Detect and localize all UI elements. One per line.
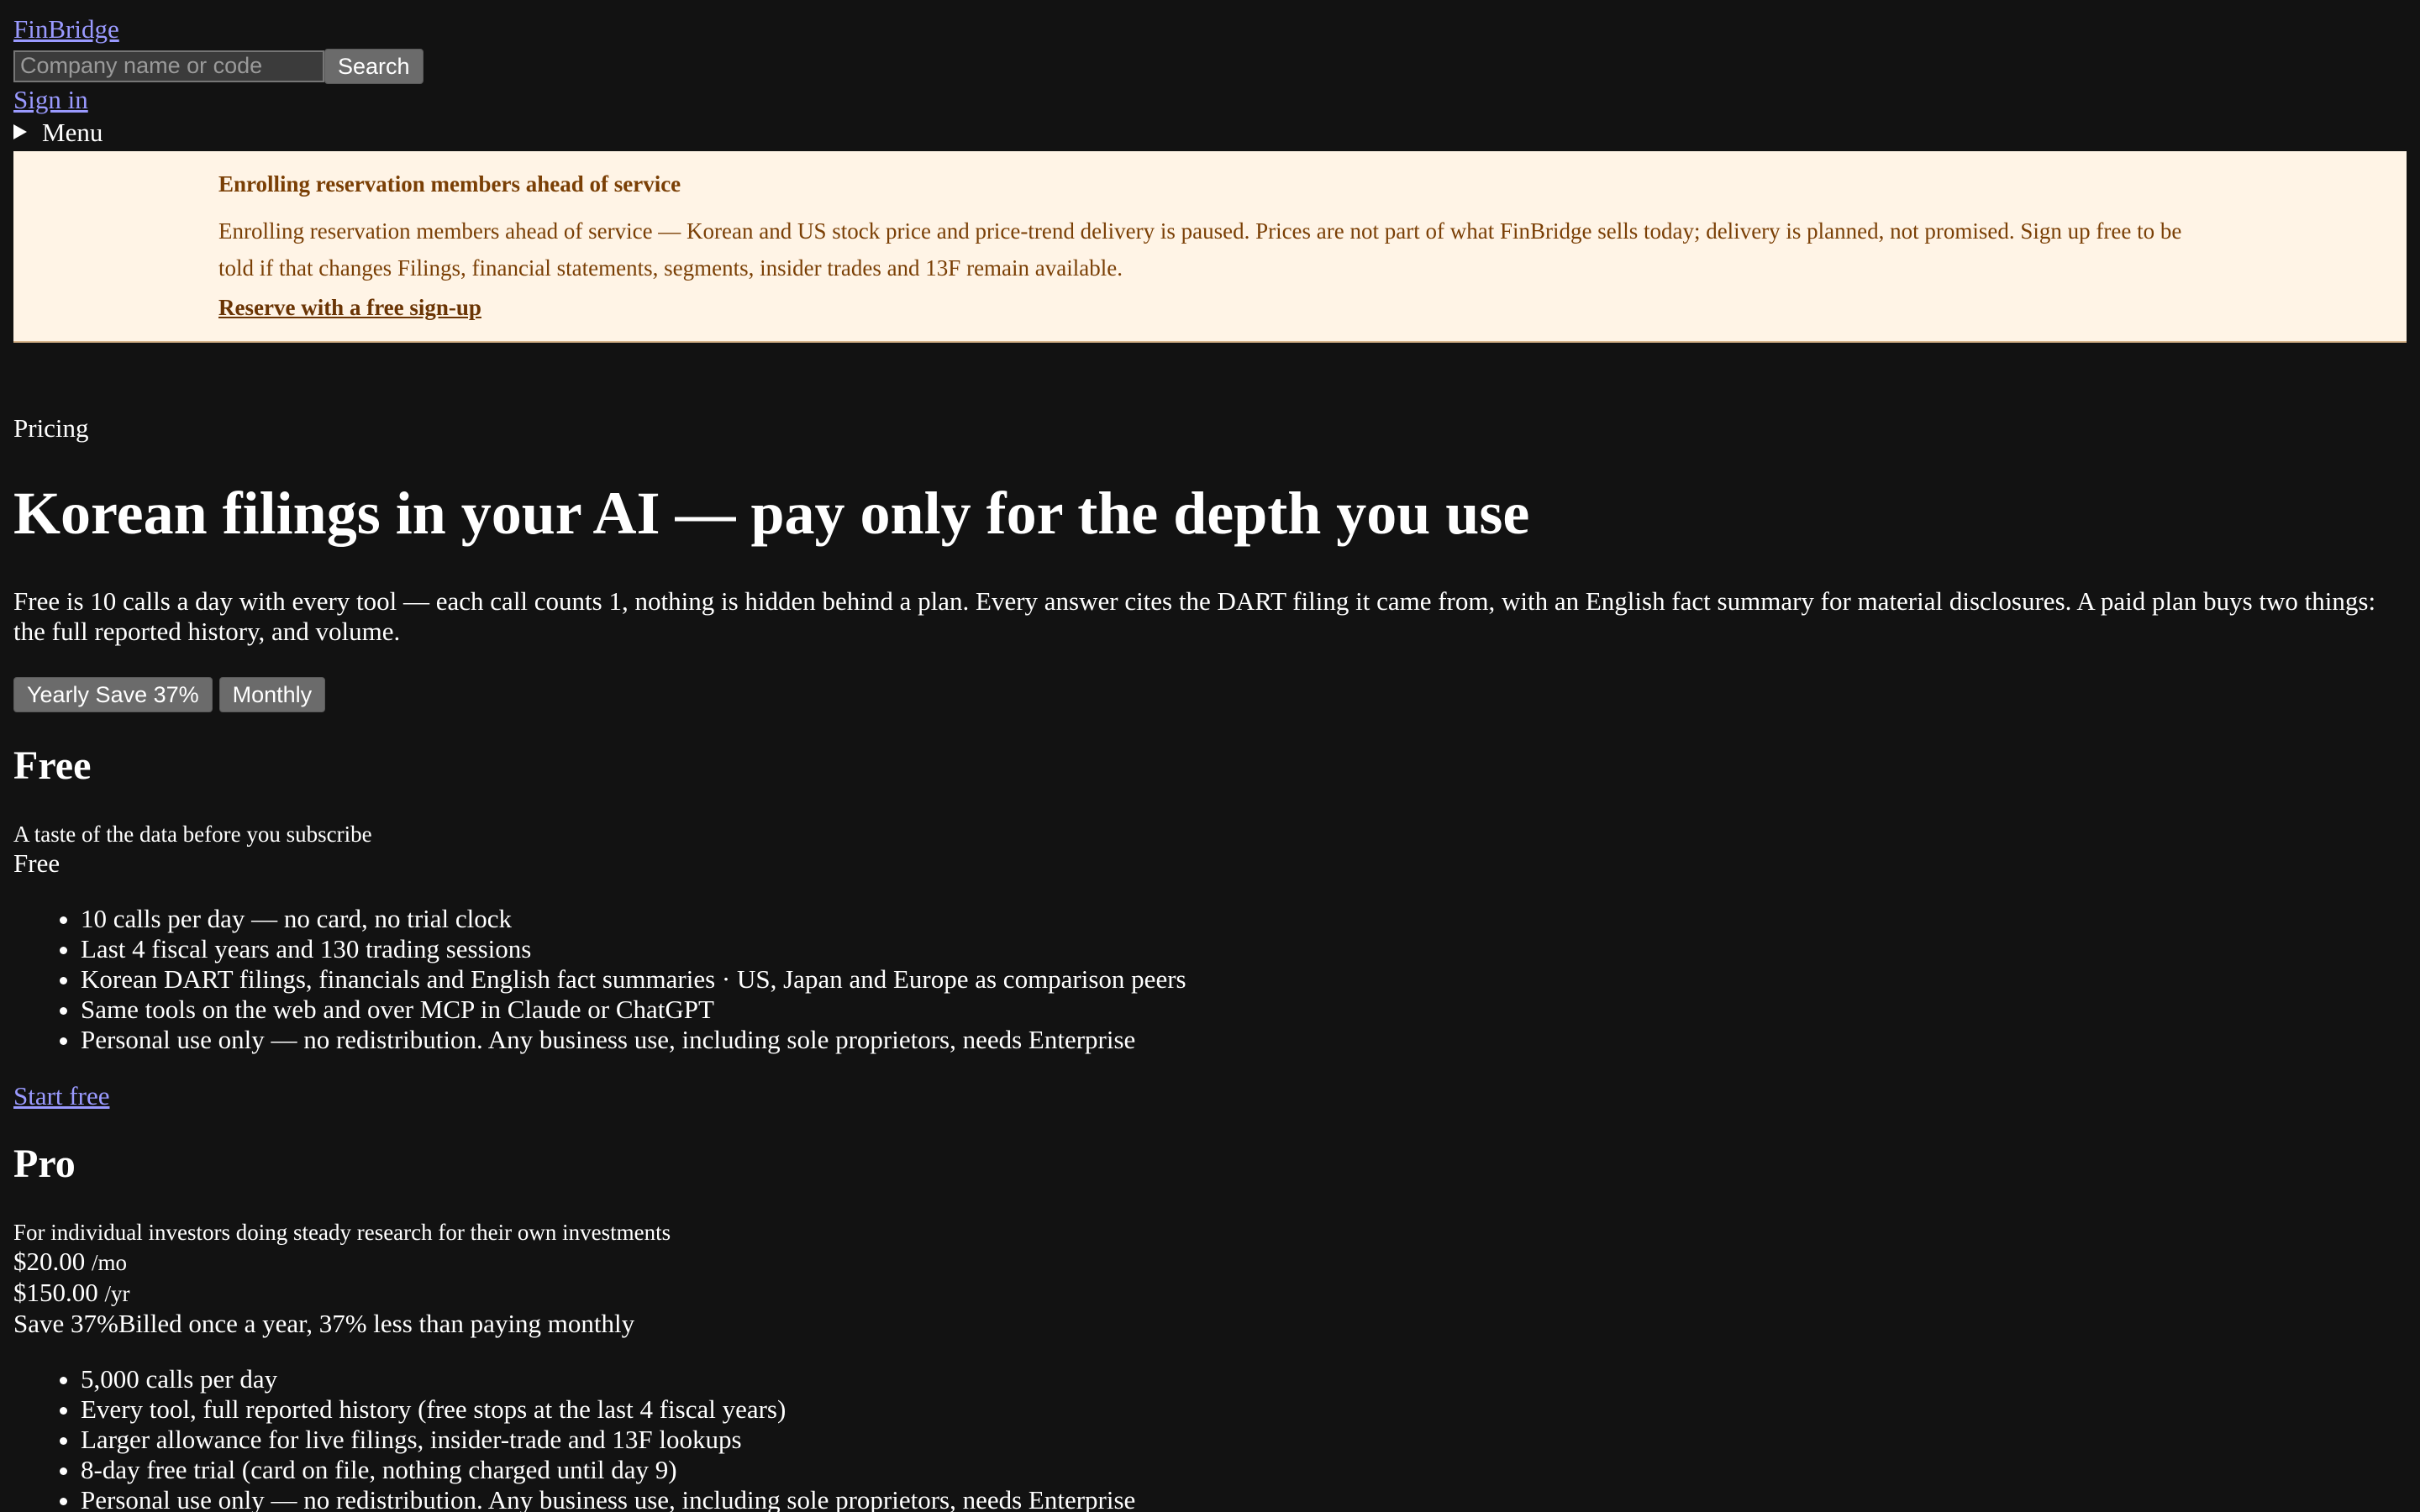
feature-item: Korean DART filings, financials and Engl… xyxy=(81,964,2407,995)
feature-item: Same tools on the web and over MCP in Cl… xyxy=(81,995,2407,1025)
start-free-link[interactable]: Start free xyxy=(13,1080,109,1113)
feature-list: 5,000 calls per day Every tool, full rep… xyxy=(13,1364,2407,1512)
billing-toggle: Yearly Save 37% Monthly xyxy=(13,677,2407,713)
yearly-billing-button[interactable]: Yearly Save 37% xyxy=(13,677,213,713)
disclosure-triangle-icon xyxy=(13,124,27,140)
feature-item: Every tool, full reported history (free … xyxy=(81,1394,2407,1425)
notice-banner: Enrolling reservation members ahead of s… xyxy=(13,150,2407,343)
feature-item: 5,000 calls per day xyxy=(81,1364,2407,1394)
monthly-price-amount: $20.00 xyxy=(13,1246,86,1276)
page-title: Korean filings in your AI — pay only for… xyxy=(13,479,1530,547)
sign-in-link[interactable]: Sign in xyxy=(13,84,88,117)
brand-link[interactable]: FinBridge xyxy=(13,13,119,46)
monthly-price: $20.00 /mo xyxy=(13,1247,2407,1278)
banner-body: Enrolling reservation members ahead of s… xyxy=(218,218,2182,281)
plan-pro: Pro For individual investors doing stead… xyxy=(13,1142,2407,1512)
plan-price: Free xyxy=(13,848,60,878)
search-bar: Search xyxy=(13,48,2407,84)
plan-description: A taste of the data before you subscribe xyxy=(13,822,372,848)
feature-item: Larger allowance for live filings, insid… xyxy=(81,1425,2407,1455)
savings-note: Save 37%Billed once a year, 37% less tha… xyxy=(13,1308,635,1338)
page-eyebrow: Pricing xyxy=(13,412,89,443)
banner-title: Enrolling reservation members ahead of s… xyxy=(218,171,681,197)
plan-name: Pro xyxy=(13,1142,76,1187)
feature-list: 10 calls per day — no card, no trial clo… xyxy=(13,904,2407,1055)
plan-free: Free A taste of the data before you subs… xyxy=(13,744,2407,1112)
search-input[interactable] xyxy=(13,50,324,82)
feature-item: 10 calls per day — no card, no trial clo… xyxy=(81,904,2407,934)
yearly-price: $150.00 /yr xyxy=(13,1278,2407,1309)
plan-description: For individual investors doing steady re… xyxy=(13,1220,671,1246)
feature-item: Personal use only — no redistribution. A… xyxy=(81,1025,2407,1055)
menu-label: Menu xyxy=(42,117,103,147)
monthly-price-unit: /mo xyxy=(92,1249,128,1275)
feature-item: Last 4 fiscal years and 130 trading sess… xyxy=(81,934,2407,964)
search-button[interactable]: Search xyxy=(324,48,424,84)
plan-name: Free xyxy=(13,743,92,789)
yearly-price-unit: /yr xyxy=(104,1280,130,1306)
menu-toggle[interactable]: Menu xyxy=(13,117,2407,148)
page-subtitle: Free is 10 calls a day with every tool —… xyxy=(13,586,2376,647)
feature-item: 8-day free trial (card on file, nothing … xyxy=(81,1455,2407,1485)
monthly-billing-button[interactable]: Monthly xyxy=(218,677,326,713)
pricing-page: FinBridge Search Sign in Menu Enrolling … xyxy=(0,0,2420,1512)
feature-item: Personal use only — no redistribution. A… xyxy=(81,1485,2407,1512)
reserve-signup-link[interactable]: Reserve with a free sign-up xyxy=(218,295,481,320)
yearly-price-amount: $150.00 xyxy=(13,1277,98,1307)
